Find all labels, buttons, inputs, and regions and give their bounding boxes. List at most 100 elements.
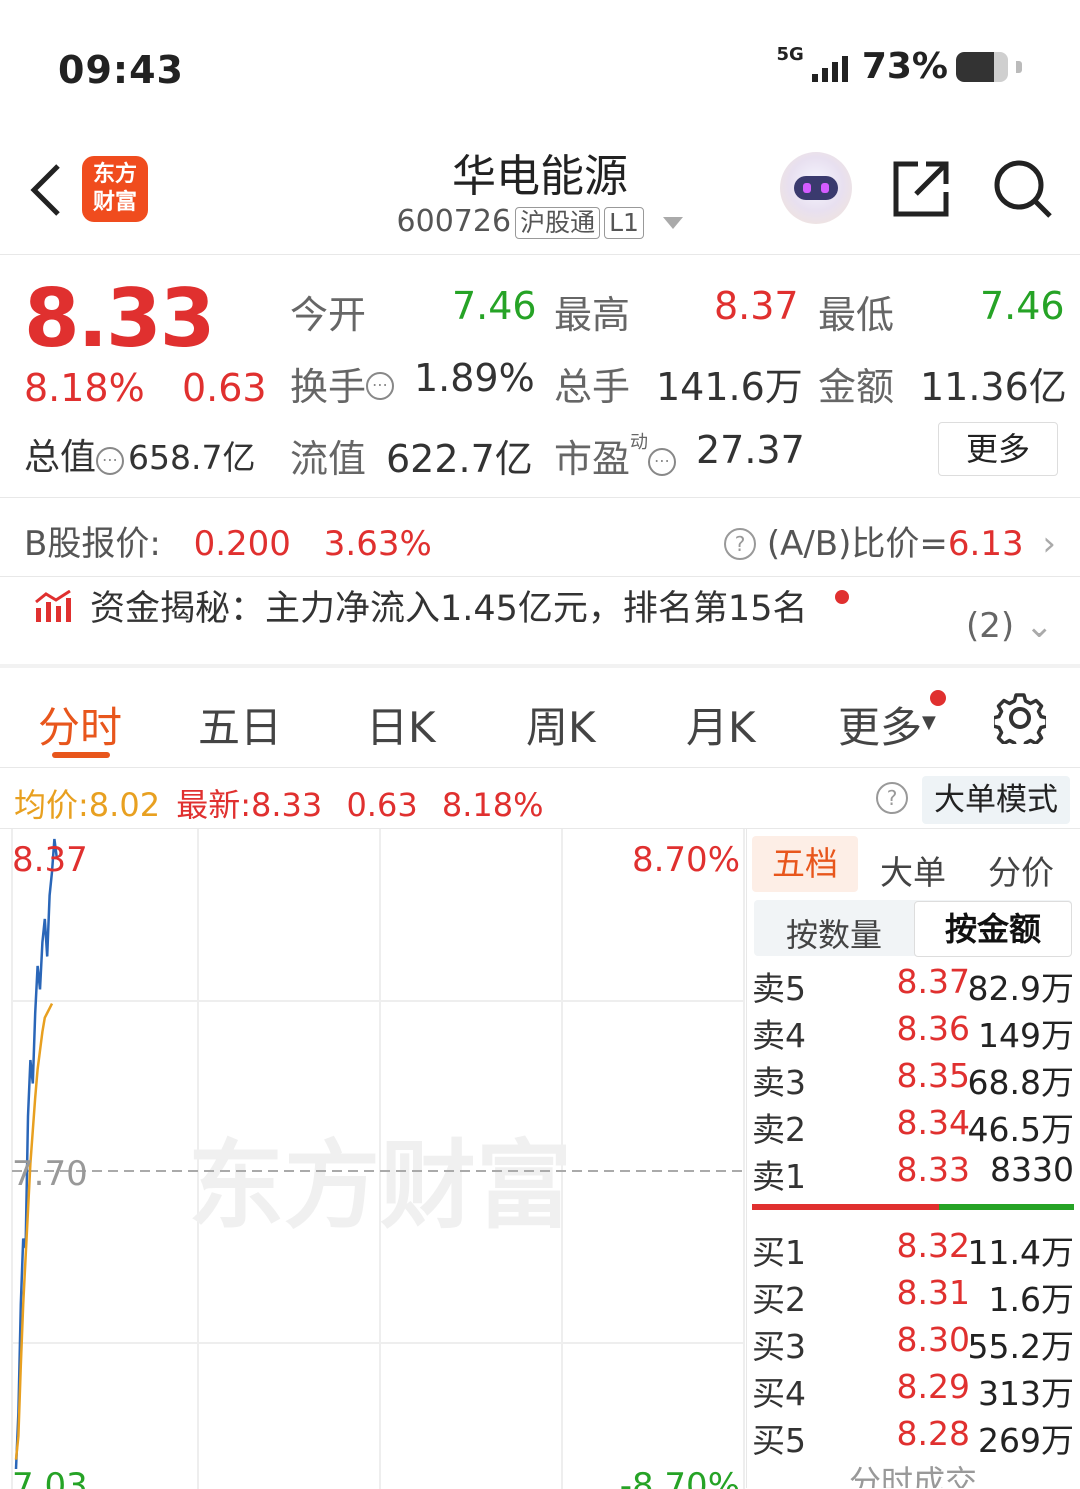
tab-intraday[interactable]: 分时 — [38, 694, 122, 755]
ob-subtab-by-qty[interactable]: 按数量 — [786, 910, 882, 956]
tick-trades-tab[interactable]: 分时成交 — [752, 1462, 1074, 1488]
volume-value: 141.6万 — [656, 365, 803, 409]
tag-level: L1 — [604, 207, 644, 239]
battery-percent: 73% — [861, 46, 948, 87]
chevron-down-icon: ⌄ — [1024, 606, 1054, 646]
tab-five-day[interactable]: 五日 — [198, 694, 282, 755]
buy-volume: 55.2万 — [967, 1327, 1074, 1366]
low-value: 7.46 — [980, 284, 1065, 328]
tab-daily-k[interactable]: 日K — [366, 694, 436, 755]
status-indicators: 5G 73% — [777, 46, 1022, 87]
pe-value: 27.37 — [696, 428, 805, 472]
orderbook-divider — [746, 829, 747, 1488]
sell-row-2[interactable]: 卖2 8.34 46.5万 — [752, 1103, 1074, 1149]
avg-label: 均价: — [14, 786, 89, 824]
avg-value: 8.02 — [88, 786, 161, 824]
buy-price: 8.29 — [896, 1367, 970, 1406]
sell-row-4[interactable]: 卖4 8.36 149万 — [752, 1009, 1074, 1055]
capital-flow-text: 资金揭秘：主力净流入1.45亿元，排名第15名 — [90, 589, 808, 629]
label-mid-left: 7.70 — [12, 1154, 88, 1194]
bid-portion — [938, 1204, 1074, 1210]
big-order-mode-button[interactable]: 大单模式 — [922, 776, 1070, 824]
sell-volume: 68.8万 — [967, 1063, 1074, 1102]
low-label: 最低 — [818, 293, 895, 337]
chart-watermark: 东方财富 — [188, 1130, 572, 1242]
tab-monthly-k[interactable]: 月K — [686, 694, 756, 755]
info-change: 0.63 — [346, 786, 418, 824]
open-value: 7.46 — [452, 284, 537, 328]
battery-icon — [956, 51, 1008, 82]
new-dot — [930, 690, 946, 706]
info-icon[interactable]: ⋯ — [648, 448, 677, 476]
section-divider — [0, 664, 1080, 668]
buy-volume: 269万 — [978, 1421, 1074, 1460]
signal-icon — [811, 52, 848, 82]
ab-ratio-value: 6.13 — [947, 524, 1024, 564]
ob-tab-price-dist[interactable]: 分价 — [988, 846, 1054, 894]
pe-sup: 动 — [630, 432, 649, 453]
amount-label: 金额 — [818, 365, 895, 409]
assistant-avatar[interactable] — [780, 152, 852, 224]
share-button[interactable] — [892, 158, 952, 218]
tick-trades-label: 分时成交 — [848, 1463, 977, 1488]
quote-divider — [0, 497, 1080, 498]
tab-weekly-k[interactable]: 周K — [526, 694, 596, 755]
change-pct: 8.18% — [24, 366, 145, 410]
buy-price: 8.30 — [896, 1320, 970, 1359]
intraday-chart[interactable]: 东方财富 8.37 8.70% 7.70 7.03 -8.70% — [0, 829, 746, 1489]
pe-label-text: 市盈 — [554, 437, 631, 481]
search-button[interactable] — [992, 158, 1054, 220]
buy-price: 8.32 — [896, 1226, 970, 1265]
buy-row-5[interactable]: 买5 8.28 269万 — [752, 1414, 1074, 1460]
b-share-price: 0.200 — [193, 524, 291, 564]
tag-hgt: 沪股通 — [515, 207, 601, 239]
sell-row-3[interactable]: 卖3 8.35 68.8万 — [752, 1056, 1074, 1102]
sell-label: 卖5 — [752, 969, 806, 1008]
info-icon[interactable]: ⋯ — [366, 372, 395, 400]
b-share-label: B股报价: — [24, 524, 161, 564]
float-mv-value: 622.7亿 — [386, 437, 533, 481]
info-icon[interactable]: ⋯ — [96, 447, 125, 475]
help-icon[interactable]: ? — [876, 782, 908, 814]
unread-dot — [834, 590, 849, 604]
search-icon — [994, 160, 1052, 218]
buy-volume: 313万 — [978, 1374, 1074, 1413]
sell-row-5[interactable]: 卖5 8.37 82.9万 — [752, 962, 1074, 1008]
tab-intraday-underline — [52, 752, 110, 758]
help-icon[interactable]: ? — [724, 528, 756, 560]
sell-label: 卖4 — [752, 1016, 806, 1055]
amount-value: 11.36亿 — [920, 365, 1067, 409]
capital-flow-count-text: (2) — [966, 606, 1015, 646]
ask-portion — [752, 1204, 939, 1210]
ab-ratio[interactable]: ? (A/B)比价=6.13 › — [724, 516, 1056, 565]
buy-volume: 1.6万 — [988, 1280, 1074, 1319]
buy-row-1[interactable]: 买1 8.32 11.4万 — [752, 1226, 1074, 1272]
buy-row-2[interactable]: 买2 8.31 1.6万 — [752, 1273, 1074, 1319]
tab-more[interactable]: 更多▼ — [838, 694, 936, 755]
sell-label: 卖3 — [752, 1063, 806, 1102]
float-mv-label: 流值 — [290, 437, 367, 481]
label-top-left: 8.37 — [12, 840, 88, 880]
tabs-divider — [0, 767, 1080, 768]
ab-ratio-label: (A/B)比价= — [766, 524, 948, 564]
tab-more-label: 更多 — [838, 703, 923, 752]
last-price: 8.33 — [24, 272, 215, 365]
capital-flow-row[interactable]: 资金揭秘：主力净流入1.45亿元，排名第15名 — [34, 580, 849, 631]
sell-volume: 8330 — [990, 1150, 1074, 1189]
more-fields-button[interactable]: 更多 — [938, 422, 1058, 476]
sell-price: 8.35 — [896, 1056, 970, 1095]
label-bottom-left: 7.03 — [12, 1466, 88, 1489]
buy-row-4[interactable]: 买4 8.29 313万 — [752, 1367, 1074, 1413]
ob-tab-big-order[interactable]: 大单 — [880, 846, 946, 894]
capital-flow-count[interactable]: (2) ⌄ — [966, 606, 1053, 646]
total-mv-row: 总值 ⋯ 658.7亿 — [24, 428, 256, 480]
settings-button[interactable] — [991, 692, 1049, 751]
ob-subtab-by-amount[interactable]: 按金额 — [914, 901, 1072, 957]
sell-row-1[interactable]: 卖1 8.33 8330 — [752, 1150, 1074, 1196]
label-bottom-right: -8.70% — [620, 1466, 740, 1489]
buy-row-3[interactable]: 买3 8.30 55.2万 — [752, 1320, 1074, 1366]
b-share-row[interactable]: B股报价: 0.200 3.63% — [24, 516, 432, 565]
turnover-label-text: 换手 — [290, 365, 367, 409]
ob-tab-five-level[interactable]: 五档 — [752, 836, 858, 892]
volume-label: 总手 — [554, 365, 631, 409]
